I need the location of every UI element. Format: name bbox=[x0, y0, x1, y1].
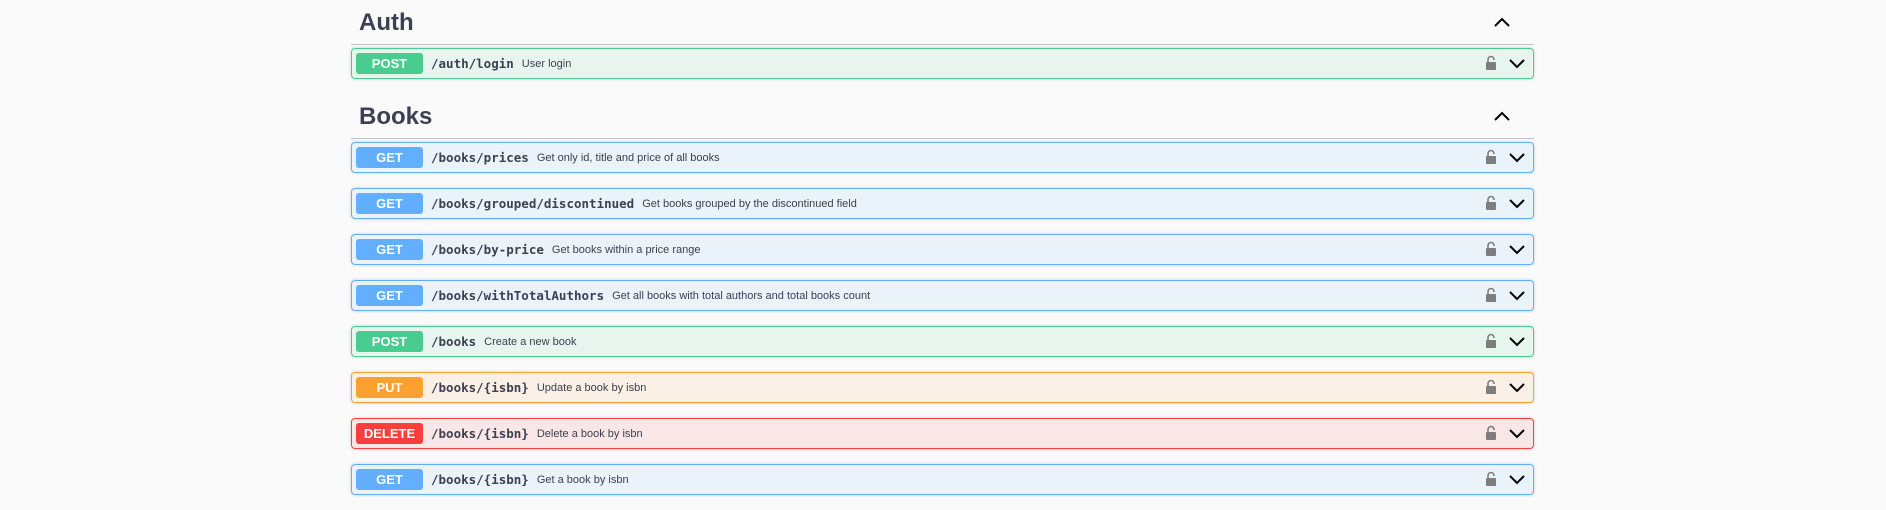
chevron-down-icon[interactable] bbox=[1509, 242, 1525, 256]
lock-icon[interactable] bbox=[1485, 149, 1497, 165]
operation-path: /books/by-price bbox=[431, 242, 544, 257]
operation-get-books-grouped-discontinued[interactable]: GET /books/grouped/discontinued Get books… bbox=[351, 188, 1534, 219]
operation-path-wrap: /books/withTotalAuthors Get all books wit… bbox=[431, 288, 870, 303]
lock-icon[interactable] bbox=[1485, 195, 1497, 211]
method-badge: POST bbox=[356, 53, 423, 74]
method-badge: DELETE bbox=[356, 423, 423, 444]
lock-icon[interactable] bbox=[1485, 55, 1497, 71]
lock-icon[interactable] bbox=[1485, 379, 1497, 395]
operation-summary: Get books within a price range bbox=[551, 244, 701, 256]
operation-summary: Delete a book by isbn bbox=[536, 428, 643, 440]
chevron-down-icon[interactable] bbox=[1509, 426, 1525, 440]
operation-summary: Get all books with total authors and tot… bbox=[612, 290, 871, 302]
lock-icon[interactable] bbox=[1485, 241, 1497, 257]
method-badge: POST bbox=[356, 331, 423, 352]
operation-path: /books/{isbn} bbox=[431, 472, 529, 487]
operation-path: /books/grouped/discontinued bbox=[431, 196, 635, 211]
operation-post-books[interactable]: POST /books Create a new book bbox=[351, 326, 1534, 357]
operation-path-wrap: /books/{isbn} Delete a book by isbn bbox=[431, 426, 643, 441]
operation-path: /books/{isbn} bbox=[431, 426, 529, 441]
method-badge: GET bbox=[356, 285, 423, 306]
tag-title: Books bbox=[359, 103, 433, 130]
method-badge: GET bbox=[356, 147, 423, 168]
lock-icon[interactable] bbox=[1485, 333, 1497, 349]
chevron-down-icon[interactable] bbox=[1509, 472, 1525, 486]
method-badge: GET bbox=[356, 193, 423, 214]
operation-get-books-by-price[interactable]: GET /books/by-price Get books within a pr… bbox=[351, 234, 1534, 265]
chevron-down-icon[interactable] bbox=[1509, 196, 1525, 210]
operation-path-wrap: /books/by-price Get books within a price … bbox=[431, 242, 700, 257]
operation-path-wrap: /books/grouped/discontinued Get books gro… bbox=[431, 196, 857, 211]
operation-summary: Update a book by isbn bbox=[536, 382, 647, 394]
method-badge: GET bbox=[356, 469, 423, 490]
method-badge: PUT bbox=[356, 377, 423, 398]
api-operations-list: Auth POST /auth/login User login Books GE… bbox=[351, 0, 1534, 510]
lock-icon[interactable] bbox=[1485, 287, 1497, 303]
operation-summary: Get a book by isbn bbox=[536, 474, 629, 486]
operation-path-wrap: /auth/login User login bbox=[431, 56, 571, 71]
lock-icon[interactable] bbox=[1485, 425, 1497, 441]
chevron-down-icon[interactable] bbox=[1509, 334, 1525, 348]
chevron-down-icon[interactable] bbox=[1509, 288, 1525, 302]
operation-summary: Get books grouped by the discontinued fi… bbox=[642, 198, 857, 210]
operation-path: /books/prices bbox=[431, 150, 529, 165]
operation-get-books-with-total-authors[interactable]: GET /books/withTotalAuthors Get all books… bbox=[351, 280, 1534, 311]
chevron-down-icon[interactable] bbox=[1509, 56, 1525, 70]
chevron-up-icon[interactable] bbox=[1492, 12, 1512, 32]
operation-path: /books bbox=[431, 334, 477, 349]
chevron-up-icon[interactable] bbox=[1492, 106, 1512, 126]
operation-path: /books/withTotalAuthors bbox=[431, 288, 605, 303]
operation-path-wrap: /books/{isbn} Get a book by isbn bbox=[431, 472, 629, 487]
operation-path-wrap: /books/prices Get only id, title and pric… bbox=[431, 150, 720, 165]
operation-get-books-prices[interactable]: GET /books/prices Get only id, title and … bbox=[351, 142, 1534, 173]
chevron-down-icon[interactable] bbox=[1509, 380, 1525, 394]
tag-title: Auth bbox=[359, 9, 414, 36]
operation-summary: User login bbox=[521, 58, 572, 70]
operation-summary: Get only id, title and price of all book… bbox=[536, 152, 720, 164]
operation-post-auth-login[interactable]: POST /auth/login User login bbox=[351, 48, 1534, 79]
lock-icon[interactable] bbox=[1485, 471, 1497, 487]
tag-section-books[interactable]: Books bbox=[351, 94, 1534, 139]
operation-summary: Create a new book bbox=[484, 336, 577, 348]
operation-path: /auth/login bbox=[431, 56, 514, 71]
operation-path-wrap: /books/{isbn} Update a book by isbn bbox=[431, 380, 646, 395]
operation-delete-books-isbn[interactable]: DELETE /books/{isbn} Delete a book by isb… bbox=[351, 418, 1534, 449]
operation-put-books-isbn[interactable]: PUT /books/{isbn} Update a book by isbn bbox=[351, 372, 1534, 403]
tag-section-auth[interactable]: Auth bbox=[351, 0, 1534, 45]
chevron-down-icon[interactable] bbox=[1509, 150, 1525, 164]
operation-path: /books/{isbn} bbox=[431, 380, 529, 395]
operation-get-books-isbn[interactable]: GET /books/{isbn} Get a book by isbn bbox=[351, 464, 1534, 495]
operation-path-wrap: /books Create a new book bbox=[431, 334, 577, 349]
method-badge: GET bbox=[356, 239, 423, 260]
